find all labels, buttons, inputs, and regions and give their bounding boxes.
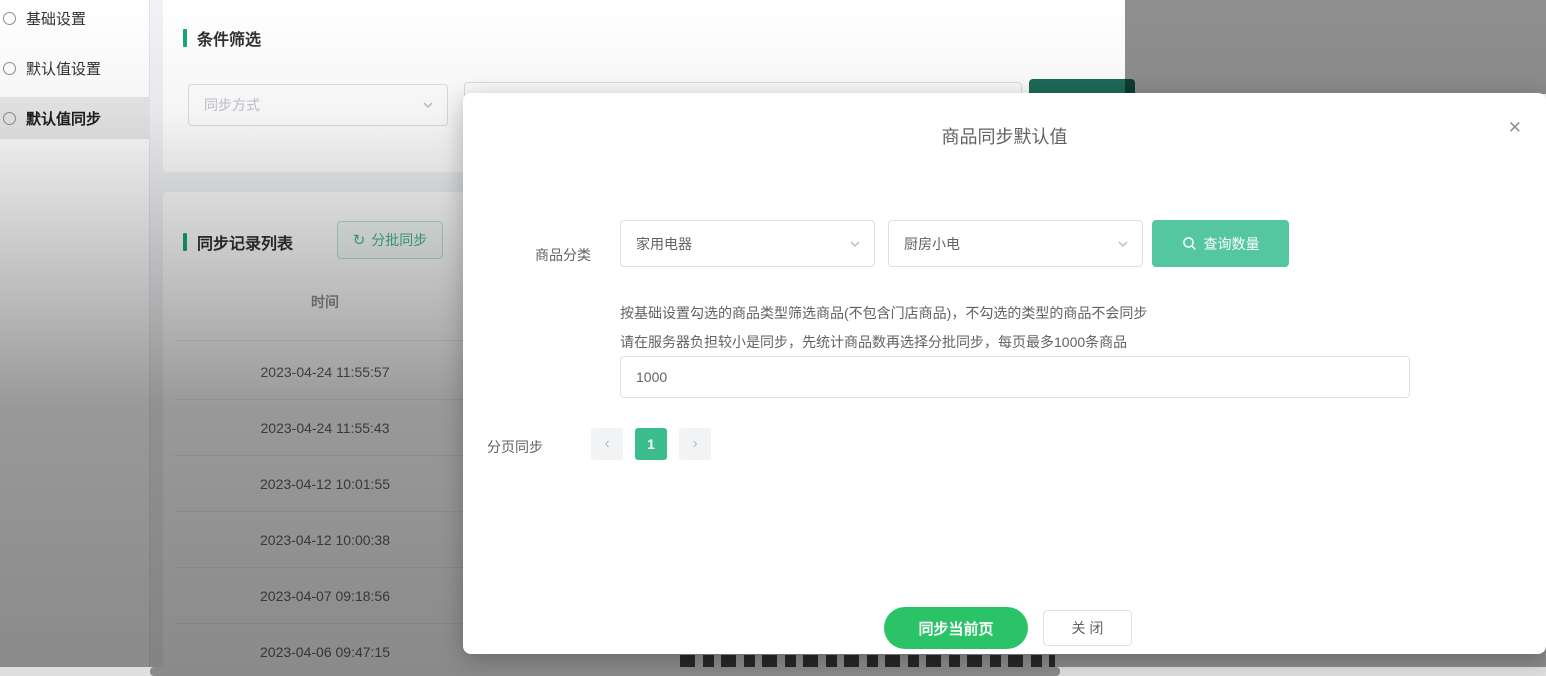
batch-sync-button-label: 分批同步 bbox=[371, 232, 428, 248]
table-row: 2023-04-07 09:18:56 bbox=[175, 568, 475, 624]
radio-icon bbox=[3, 111, 16, 125]
radio-icon bbox=[3, 61, 16, 75]
table-row: 2023-04-12 10:00:38 bbox=[175, 512, 475, 568]
sync-method-placeholder: 同步方式 bbox=[204, 97, 260, 113]
clipped-text-artifact bbox=[680, 655, 1055, 667]
chevron-down-icon bbox=[423, 102, 433, 109]
product-sync-defaults-dialog: 商品同步默认值 ✕ 商品分类 家用电器 厨房小电 查询数量 按基础设置勾选的商品… bbox=[463, 93, 1546, 654]
query-quantity-label: 查询数量 bbox=[1203, 235, 1260, 252]
screen: 基础设置 默认值设置 默认值同步 条件筛选 同步方式 同步记录列表 ↻ 分批同步… bbox=[0, 0, 1546, 676]
category-label: 商品分类 bbox=[535, 247, 591, 263]
sidebar-item-label: 默认值同步 bbox=[26, 110, 102, 128]
chevron-right-icon: › bbox=[692, 435, 698, 452]
pagination-label: 分页同步 bbox=[487, 439, 543, 455]
scrollbar-thumb[interactable] bbox=[150, 667, 1060, 676]
sync-current-page-button[interactable]: 同步当前页 bbox=[884, 607, 1028, 649]
page-size-input[interactable] bbox=[620, 356, 1410, 398]
pagination-prev-button[interactable]: ‹ bbox=[591, 428, 623, 460]
category-level1-select[interactable]: 家用电器 bbox=[620, 220, 875, 267]
record-rows: 2023-04-24 11:55:57 2023-04-24 11:55:43 20… bbox=[175, 344, 475, 676]
chevron-left-icon: ‹ bbox=[604, 435, 610, 452]
sidebar-item-default-value-settings[interactable]: 默认值设置 bbox=[0, 50, 150, 86]
sidebar: 基础设置 默认值设置 默认值同步 bbox=[0, 0, 150, 676]
table-row: 2023-04-12 10:01:55 bbox=[175, 456, 475, 512]
sidebar-item-label: 基础设置 bbox=[26, 10, 87, 28]
sidebar-item-default-value-sync[interactable]: 默认值同步 bbox=[0, 97, 150, 139]
pagination-page-1[interactable]: 1 bbox=[635, 428, 667, 460]
section-accent-bar bbox=[183, 29, 187, 47]
filter-section-title: 条件筛选 bbox=[183, 26, 261, 50]
dialog-close-button[interactable]: 关 闭 bbox=[1043, 610, 1132, 646]
category-level2-value: 厨房小电 bbox=[904, 235, 960, 252]
search-icon bbox=[1182, 237, 1196, 250]
batch-sync-button[interactable]: ↻ 分批同步 bbox=[337, 221, 443, 259]
close-icon[interactable]: ✕ bbox=[1508, 119, 1522, 136]
chevron-down-icon bbox=[1118, 240, 1128, 247]
table-row: 2023-04-24 11:55:43 bbox=[175, 400, 475, 456]
refresh-icon: ↻ bbox=[352, 231, 366, 249]
records-section-title-text: 同步记录列表 bbox=[197, 236, 294, 253]
section-accent-bar bbox=[183, 233, 187, 251]
query-quantity-button[interactable]: 查询数量 bbox=[1152, 220, 1289, 267]
sidebar-item-label: 默认值设置 bbox=[26, 60, 102, 78]
records-section-title: 同步记录列表 bbox=[183, 230, 293, 254]
table-header-time: 时间 bbox=[311, 294, 339, 310]
pagination-next-button[interactable]: › bbox=[679, 428, 711, 460]
horizontal-scrollbar[interactable] bbox=[0, 667, 1546, 676]
radio-icon bbox=[3, 11, 16, 25]
category-level2-select[interactable]: 厨房小电 bbox=[888, 220, 1143, 267]
help-text-line2: 请在服务器负担较小是同步，先统计商品数再选择分批同步，每页最多1000条商品 bbox=[620, 334, 1128, 350]
filter-section-title-text: 条件筛选 bbox=[197, 32, 262, 49]
sidebar-item-basic-settings[interactable]: 基础设置 bbox=[0, 0, 150, 36]
category-level1-value: 家用电器 bbox=[636, 235, 692, 252]
help-text-line1: 按基础设置勾选的商品类型筛选商品(不包含门店商品)，不勾选的类型的商品不会同步 bbox=[620, 305, 1148, 321]
table-row: 2023-04-24 11:55:57 bbox=[175, 344, 475, 400]
chevron-down-icon bbox=[850, 240, 860, 247]
dialog-title: 商品同步默认值 bbox=[941, 127, 1068, 147]
sync-method-select[interactable]: 同步方式 bbox=[188, 84, 448, 126]
